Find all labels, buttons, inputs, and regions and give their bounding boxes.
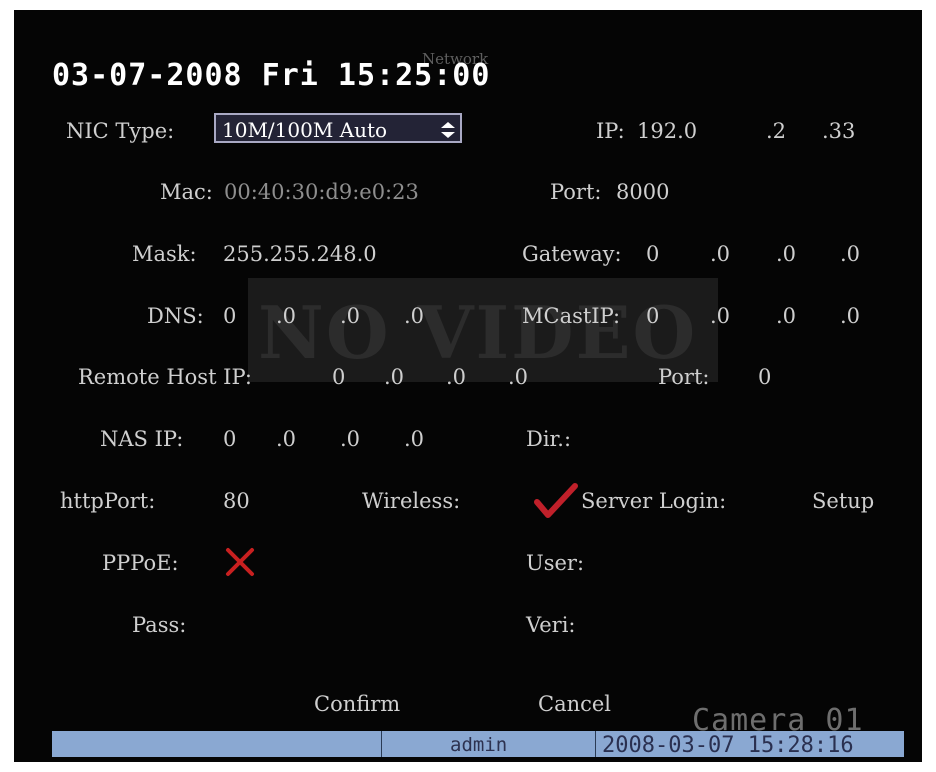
- dir-label: Dir.:: [526, 427, 572, 451]
- nic-type-select[interactable]: 10M/100M Auto: [214, 113, 462, 143]
- status-segment-blank: [52, 731, 382, 757]
- dns-octet-1[interactable]: 0: [223, 306, 236, 327]
- status-segment-user: admin: [382, 731, 596, 757]
- mcast-ip-label: MCastIP:: [522, 304, 621, 328]
- veri-label: Veri:: [526, 613, 576, 637]
- mac-value: 00:40:30:d9:e0:23: [224, 180, 419, 204]
- mcast-ip-octet-2[interactable]: .0: [710, 306, 730, 327]
- port-label: Port:: [550, 180, 602, 204]
- gateway-octet-1[interactable]: 0: [646, 244, 659, 265]
- http-port-value[interactable]: 80: [223, 491, 250, 512]
- remote-host-ip-octet-4[interactable]: .0: [508, 367, 528, 388]
- dvr-screen: Network 03-07-2008 Fri 15:25:00 NO VIDEO…: [14, 10, 922, 762]
- nas-ip-octet-3[interactable]: .0: [340, 429, 360, 450]
- status-user: admin: [450, 734, 508, 756]
- pass-label: Pass:: [132, 613, 187, 637]
- nic-type-value: 10M/100M Auto: [222, 118, 388, 142]
- osd-datetime: 03-07-2008 Fri 15:25:00: [52, 58, 491, 93]
- no-video-overlay: NO VIDEO: [248, 278, 718, 382]
- nas-ip-octet-1[interactable]: 0: [223, 429, 236, 450]
- remote-host-ip-label: Remote Host IP:: [78, 365, 252, 389]
- mcast-ip-octet-3[interactable]: .0: [776, 306, 796, 327]
- server-login-value[interactable]: Setup: [812, 491, 874, 512]
- nas-ip-label: NAS IP:: [100, 427, 184, 451]
- http-port-label: httpPort:: [60, 489, 156, 513]
- confirm-button[interactable]: Confirm: [314, 692, 400, 716]
- remote-host-ip-octet-3[interactable]: .0: [446, 367, 466, 388]
- nic-type-label: NIC Type:: [66, 119, 175, 143]
- mask-label: Mask:: [132, 242, 197, 266]
- remote-port-value[interactable]: 0: [758, 367, 771, 388]
- gateway-octet-4[interactable]: .0: [840, 244, 860, 265]
- dns-octet-3[interactable]: .0: [340, 306, 360, 327]
- gateway-label: Gateway:: [522, 242, 622, 266]
- dns-octet-2[interactable]: .0: [276, 306, 296, 327]
- user-label: User:: [526, 551, 585, 575]
- mac-label: Mac:: [160, 180, 213, 204]
- remote-host-ip-octet-2[interactable]: .0: [384, 367, 404, 388]
- mcast-ip-octet-1[interactable]: 0: [646, 306, 659, 327]
- ip-octet-2[interactable]: .2: [766, 121, 786, 142]
- gateway-octet-3[interactable]: .0: [776, 244, 796, 265]
- nas-ip-octet-4[interactable]: .0: [404, 429, 424, 450]
- dns-label: DNS:: [147, 304, 204, 328]
- cancel-button[interactable]: Cancel: [538, 692, 611, 716]
- server-login-label: Server Login:: [581, 489, 727, 513]
- wireless-label: Wireless:: [362, 489, 461, 513]
- check-icon[interactable]: [534, 482, 578, 522]
- up-down-arrows-icon: [441, 122, 455, 138]
- cross-icon[interactable]: [224, 546, 256, 578]
- ip-label: IP:: [596, 119, 625, 143]
- gateway-octet-2[interactable]: .0: [710, 244, 730, 265]
- ip-octet-3[interactable]: .33: [822, 121, 855, 142]
- pppoe-label: PPPoE:: [102, 551, 179, 575]
- mask-value[interactable]: 255.255.248.0: [223, 244, 377, 265]
- status-bar: admin 2008-03-07 15:28:16: [52, 731, 904, 758]
- ip-octet-1[interactable]: 192.0: [637, 121, 697, 142]
- mcast-ip-octet-4[interactable]: .0: [840, 306, 860, 327]
- remote-port-label: Port:: [658, 365, 710, 389]
- nas-ip-octet-2[interactable]: .0: [276, 429, 296, 450]
- port-value[interactable]: 8000: [616, 182, 669, 203]
- status-datetime: 2008-03-07 15:28:16: [602, 733, 854, 758]
- remote-host-ip-octet-1[interactable]: 0: [332, 367, 345, 388]
- no-video-text: NO VIDEO: [258, 290, 698, 375]
- dns-octet-4[interactable]: .0: [404, 306, 424, 327]
